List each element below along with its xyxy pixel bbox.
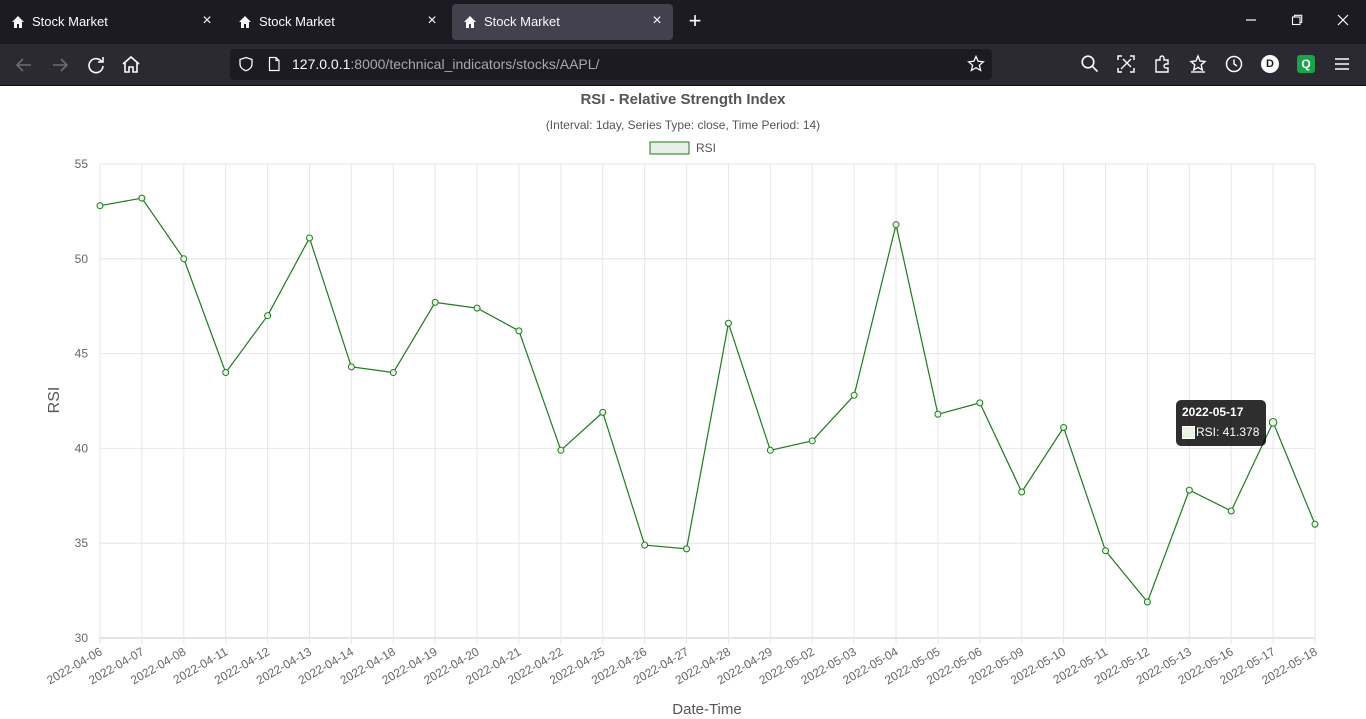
url-path: :8000/technical_indicators/stocks/AAPL/ [350,56,600,72]
restore-window-button[interactable] [1283,10,1311,32]
browser-tab[interactable]: Stock Market × [227,4,449,40]
data-point[interactable] [892,221,900,229]
home-favicon-icon [239,16,251,28]
search-icon[interactable] [1079,53,1101,75]
data-point[interactable] [96,202,104,210]
bookmarks-star-icon[interactable] [1187,53,1209,75]
profile-avatar[interactable]: D [1261,55,1279,73]
extension-q-badge[interactable]: Q [1297,55,1315,73]
browser-tab-active[interactable]: Stock Market × [452,4,673,40]
data-point[interactable] [1143,598,1151,606]
history-clock-icon[interactable] [1223,53,1245,75]
page-info-icon[interactable] [266,56,282,72]
y-tick-label: 45 [75,347,89,361]
data-point[interactable] [264,312,272,320]
data-point[interactable] [305,234,313,242]
close-window-button[interactable] [1329,10,1357,32]
tooltip-swatch [1182,426,1195,439]
data-point[interactable] [180,255,188,263]
y-axis-label: RSI [46,387,63,414]
data-point[interactable] [934,410,942,418]
data-point[interactable] [724,319,732,327]
y-tick-label: 40 [75,441,89,455]
data-point[interactable] [683,545,691,553]
url-host: 127.0.0.1 [292,56,351,72]
menu-hamburger-icon[interactable] [1331,53,1353,75]
new-tab-button[interactable]: + [684,10,706,32]
data-point[interactable] [389,369,397,377]
data-point[interactable] [808,437,816,445]
chart-grid [99,163,1316,644]
tooltip-value: RSI: 41.378 [1196,425,1260,439]
minimize-icon [1246,19,1256,21]
restore-icon [1291,14,1303,26]
data-point[interactable] [1311,520,1319,528]
data-point[interactable] [850,391,858,399]
rsi-line-chart: RSI - Relative Strength Index (Interval:… [44,91,1319,718]
close-tab-icon[interactable]: × [199,13,215,29]
data-point[interactable] [641,541,649,549]
close-tab-icon[interactable]: × [424,13,440,29]
close-window-icon [1337,14,1349,26]
chart-title: RSI - Relative Strength Index [580,91,786,108]
data-point[interactable] [473,304,481,312]
chart-subtitle: (Interval: 1day, Series Type: close, Tim… [546,118,820,132]
data-point[interactable] [222,369,230,377]
data-point[interactable] [557,446,565,454]
y-tick-label: 50 [75,252,89,266]
tab-title: Stock Market [32,14,108,29]
y-tick-label: 30 [75,631,89,645]
reload-icon[interactable] [84,53,108,77]
y-tick-label: 55 [75,157,89,171]
url-text[interactable]: 127.0.0.1:8000/technical_indicators/stoc… [292,56,599,72]
data-point[interactable] [431,298,439,306]
data-point[interactable] [976,399,984,407]
data-point[interactable] [1060,424,1068,432]
bookmark-star-icon[interactable] [967,55,985,73]
chart-tooltip: 2022-05-17 RSI: 41.378 [1176,400,1266,446]
close-tab-icon[interactable]: × [649,13,665,29]
legend-swatch[interactable] [649,141,690,155]
url-bar[interactable]: 127.0.0.1:8000/technical_indicators/stoc… [230,49,992,80]
legend-label[interactable]: RSI [696,141,716,155]
shield-icon[interactable] [238,56,254,72]
back-arrow-icon[interactable] [12,53,36,77]
data-point[interactable] [1185,486,1193,494]
minimize-window-button[interactable] [1237,10,1265,32]
navigation-toolbar: 127.0.0.1:8000/technical_indicators/stoc… [0,44,1366,86]
data-point[interactable] [766,446,774,454]
data-point[interactable] [1102,547,1110,555]
data-point[interactable] [599,408,607,416]
extensions-icon[interactable] [1151,53,1173,75]
tab-strip: Stock Market × Stock Market × Stock Mark… [0,0,1366,44]
data-point[interactable] [1227,507,1235,515]
y-tick-label: 35 [75,536,89,550]
screenshot-icon[interactable] [1115,53,1137,75]
forward-arrow-icon[interactable] [48,53,72,77]
browser-tab[interactable]: Stock Market × [0,4,224,40]
data-point[interactable] [1018,488,1026,496]
tab-title: Stock Market [259,14,335,29]
home-favicon-icon [464,16,476,28]
data-point[interactable] [515,327,523,335]
chart-axes: 3035404550552022-04-062022-04-072022-04-… [44,157,1319,687]
data-point[interactable] [1268,417,1278,427]
home-icon[interactable] [119,53,143,77]
data-point[interactable] [347,363,355,371]
tab-title: Stock Market [484,14,560,29]
home-favicon-icon [12,16,24,28]
data-point[interactable] [138,194,146,202]
x-axis-label: Date-Time [672,701,741,718]
tooltip-title: 2022-05-17 [1182,405,1244,419]
